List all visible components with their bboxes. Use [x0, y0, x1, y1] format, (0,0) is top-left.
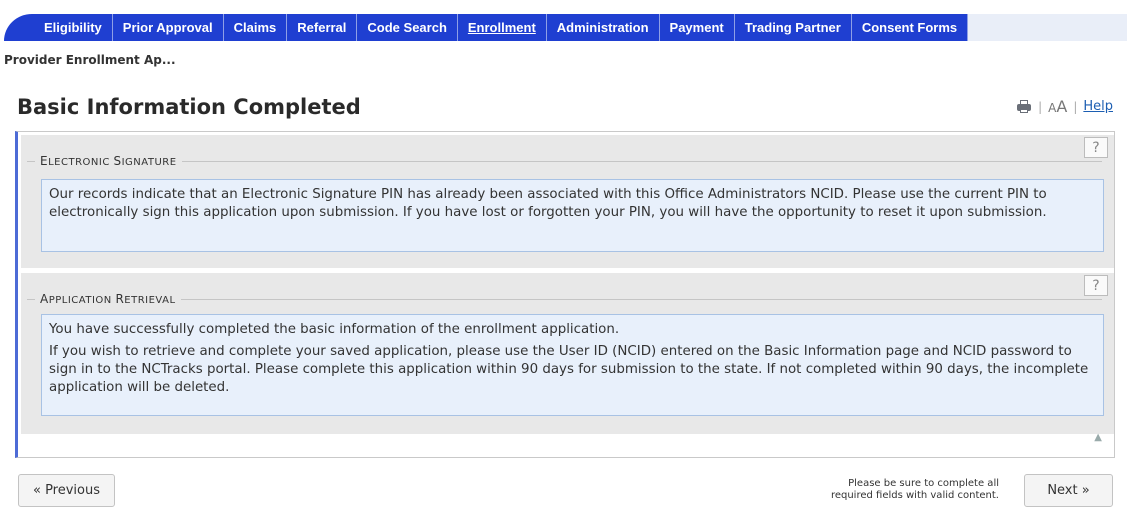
page-title: Basic Information Completed	[17, 95, 361, 119]
help-link[interactable]: Help	[1083, 99, 1113, 114]
note-line: Please be sure to complete all	[848, 478, 999, 489]
fieldset-border	[27, 299, 1102, 300]
page-tools: | AA | Help	[1016, 97, 1113, 116]
tools-divider: |	[1038, 99, 1043, 114]
required-fields-note: Please be sure to complete all required …	[831, 478, 999, 502]
print-icon[interactable]	[1016, 99, 1032, 114]
tab-consent-forms[interactable]: Consent Forms	[851, 14, 969, 41]
tools-divider: |	[1073, 99, 1078, 114]
info-box: You have successfully completed the basi…	[41, 314, 1104, 416]
section-help-button[interactable]: ?	[1084, 275, 1108, 296]
tab-label: Payment	[669, 20, 724, 35]
breadcrumb: Provider Enrollment Ap...	[4, 53, 176, 67]
tab-administration[interactable]: Administration	[546, 14, 660, 41]
nav-tabs: Eligibility Prior Approval Claims Referr…	[34, 14, 969, 41]
tab-code-search[interactable]: Code Search	[357, 14, 458, 41]
tab-claims[interactable]: Claims	[223, 14, 288, 41]
info-text: You have successfully completed the basi…	[49, 322, 620, 337]
info-box: Our records indicate that an Electronic …	[41, 179, 1104, 252]
tab-label: Trading Partner	[744, 20, 841, 35]
next-button[interactable]: Next »	[1024, 474, 1113, 507]
text-size-icon[interactable]: AA	[1048, 97, 1067, 116]
application-retrieval-section: APPLICATION RETRIEVAL ? You have success…	[21, 273, 1114, 434]
scroll-to-top-icon[interactable]: ▲	[1094, 432, 1102, 443]
tab-label: Administration	[556, 20, 649, 35]
tab-label: Enrollment	[467, 20, 536, 35]
tab-payment[interactable]: Payment	[659, 14, 735, 41]
tab-label: Eligibility	[44, 20, 102, 35]
tab-prior-approval[interactable]: Prior Approval	[112, 14, 224, 41]
tab-referral[interactable]: Referral	[287, 14, 358, 41]
content-panel: ELECTRONIC SIGNATURE ? Our records indic…	[15, 131, 1115, 458]
section-help-button[interactable]: ?	[1084, 137, 1108, 158]
tab-label: Code Search	[367, 20, 447, 35]
info-text: If you wish to retrieve and complete you…	[49, 344, 1089, 395]
tab-label: Claims	[233, 20, 277, 35]
tab-trading-partner[interactable]: Trading Partner	[734, 14, 852, 41]
info-text: Our records indicate that an Electronic …	[49, 187, 1047, 220]
nav-corner	[0, 14, 34, 41]
fieldset-border	[27, 161, 1102, 162]
tab-enrollment[interactable]: Enrollment	[457, 14, 547, 41]
note-line: required fields with valid content.	[830, 490, 999, 501]
tab-label: Prior Approval	[122, 20, 213, 35]
electronic-signature-section: ELECTRONIC SIGNATURE ? Our records indic…	[21, 135, 1114, 268]
previous-button[interactable]: « Previous	[18, 474, 115, 507]
tab-eligibility[interactable]: Eligibility	[34, 14, 113, 41]
section-legend: APPLICATION RETRIEVAL	[35, 292, 181, 306]
tab-label: Consent Forms	[861, 20, 958, 35]
section-legend: ELECTRONIC SIGNATURE	[35, 154, 182, 168]
top-navigation: Eligibility Prior Approval Claims Referr…	[0, 0, 1127, 41]
tab-label: Referral	[297, 20, 347, 35]
